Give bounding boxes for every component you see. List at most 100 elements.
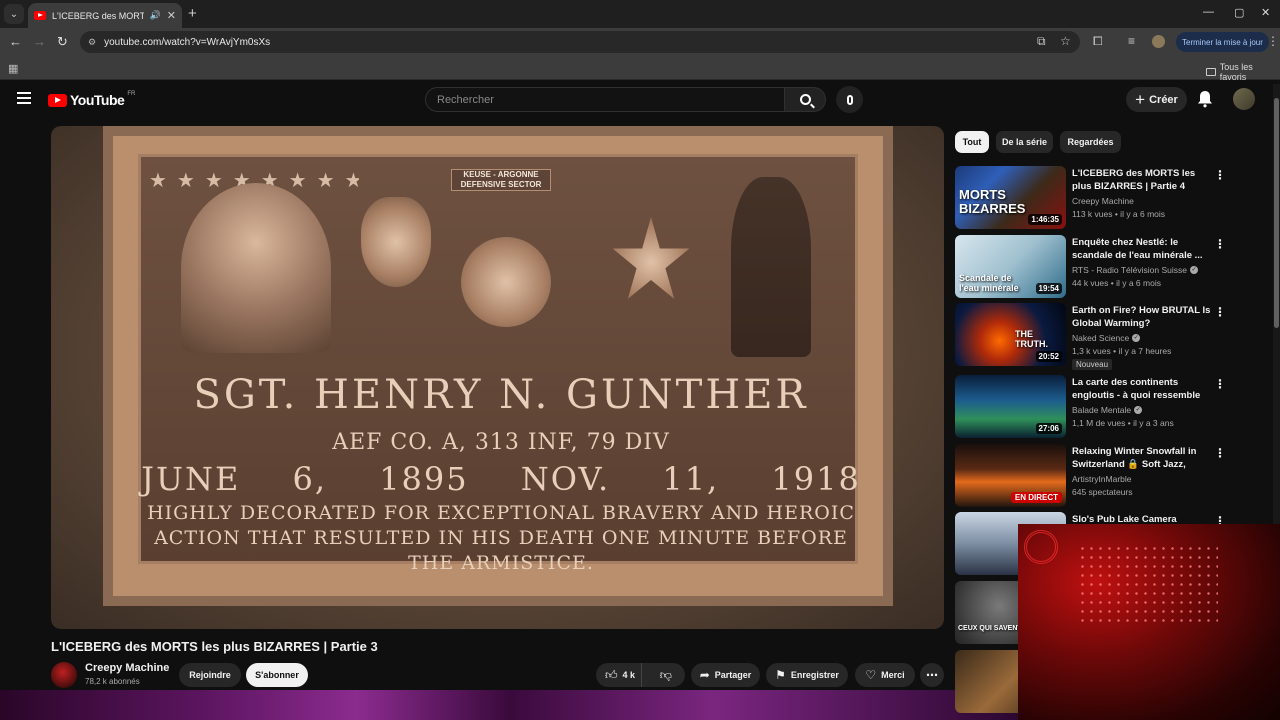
- tab-close-icon[interactable]: ✕: [167, 9, 176, 22]
- folder-icon: [1206, 68, 1216, 76]
- duration-badge: 19:54: [1035, 283, 1062, 294]
- minimize-button[interactable]: —: [1203, 6, 1214, 18]
- video-thumbnail[interactable]: EN DIRECT: [955, 444, 1066, 507]
- verified-check-icon: ✓: [1134, 406, 1143, 414]
- thanks-button[interactable]: ♡ Merci: [855, 663, 915, 687]
- create-button[interactable]: + Créer: [1126, 87, 1187, 112]
- browser-menu-icon[interactable]: ⋮: [1267, 34, 1279, 48]
- chip-watched[interactable]: Regardées: [1060, 131, 1121, 153]
- notifications-bell-icon[interactable]: [1197, 90, 1213, 108]
- channel-avatar[interactable]: [51, 662, 77, 688]
- plaque-line-2: ACTION THAT RESULTED IN HIS DEATH ONE MI…: [154, 527, 848, 549]
- speaker-icon[interactable]: 🔊: [150, 10, 161, 21]
- video-player[interactable]: ★★★★★★★★★★★★★★★★★★★★★★★★★★★★★★★★★★★★★★★★…: [51, 126, 944, 629]
- plaque-unit: AEF CO. A, 313 INF, 79 DIV: [332, 430, 670, 455]
- recommendation-title[interactable]: L'ICEBERG des MORTS les plus BIZARRES | …: [1072, 167, 1212, 193]
- bookmark-star-icon[interactable]: ☆: [1060, 34, 1071, 48]
- like-button[interactable]: 👍︎ 4 k: [596, 663, 642, 687]
- verified-check-icon: ✓: [1132, 334, 1141, 342]
- plaque-line-1: HIGHLY DECORATED FOR EXCEPTIONAL BRAVERY…: [147, 502, 855, 524]
- recommendation-title[interactable]: Relaxing Winter Snowfall in Switzerland …: [1072, 445, 1212, 471]
- forward-arrow-icon[interactable]: →: [33, 34, 46, 49]
- profile-avatar-icon[interactable]: [1152, 35, 1165, 48]
- youtube-wordmark: YouTube: [70, 92, 125, 108]
- join-button[interactable]: Rejoindre: [179, 663, 241, 687]
- new-tab-button[interactable]: +: [188, 5, 197, 22]
- item-menu-icon[interactable]: ⋮: [1214, 305, 1226, 319]
- page-scrollbar[interactable]: [1273, 84, 1280, 524]
- webcam-overlay: [1018, 524, 1280, 720]
- youtube-logo[interactable]: YouTube FR: [48, 91, 135, 108]
- back-arrow-icon[interactable]: ←: [9, 34, 22, 49]
- hamburger-menu-icon[interactable]: [17, 92, 31, 104]
- like-count: 4 k: [622, 670, 636, 680]
- subscribe-button[interactable]: S'abonner: [246, 663, 308, 687]
- save-button[interactable]: ⚑ Enregistrer: [766, 663, 848, 687]
- search-box: [425, 87, 785, 112]
- install-app-icon[interactable]: ⧉: [1037, 34, 1046, 49]
- item-menu-icon[interactable]: ⋮: [1214, 446, 1226, 460]
- medal-banner-text: KEUSE - ARGONNE DEFENSIVE SECTOR: [451, 169, 551, 191]
- channel-label: RTS - Radio Télévision Suisse: [1072, 265, 1187, 275]
- video-thumbnail[interactable]: THE TRUTH. 20:52: [955, 303, 1066, 366]
- youtube-favicon-icon: [34, 11, 46, 20]
- chip-all[interactable]: Tout: [955, 131, 989, 153]
- scrollbar-thumb[interactable]: [1274, 98, 1279, 328]
- recommendation-item[interactable]: Scandale de l'eau minérale 19:54 Enquête…: [955, 235, 1230, 299]
- recommendation-meta: 1,3 k vues • il y a 7 heures: [1072, 346, 1172, 356]
- tab-title: L'ICEBERG des MORTS les p: [52, 10, 144, 21]
- recommendation-meta: 113 k vues • il y a 6 mois: [1072, 209, 1166, 219]
- item-menu-icon[interactable]: ⋮: [1214, 168, 1226, 182]
- chip-series[interactable]: De la série: [996, 131, 1053, 153]
- recommendation-item[interactable]: EN DIRECT Relaxing Winter Snowfall in Sw…: [955, 444, 1230, 508]
- thumbs-down-icon: 👎︎: [659, 667, 672, 682]
- thumbnail-text: MORTS BIZARRES: [959, 187, 1026, 216]
- close-window-button[interactable]: ✕: [1261, 6, 1270, 19]
- recommendation-channel[interactable]: Naked Science ✓: [1072, 333, 1141, 343]
- round-medal: [461, 237, 551, 327]
- recommendation-item[interactable]: THE TRUTH. 20:52 Earth on Fire? How BRUT…: [955, 303, 1230, 370]
- item-menu-icon[interactable]: ⋮: [1214, 377, 1226, 391]
- video-frame-plaque: ★★★★★★★★★★★★★★★★★★★★★★★★★★★★★★★★★★★★★★★★…: [103, 126, 893, 606]
- search-button[interactable]: [784, 87, 826, 112]
- channel-name[interactable]: Creepy Machine: [85, 662, 169, 674]
- maximize-button[interactable]: ▢: [1234, 6, 1244, 19]
- extensions-icon[interactable]: ⧠: [1093, 34, 1103, 49]
- search-input[interactable]: [437, 93, 784, 106]
- recommendation-title[interactable]: Earth on Fire? How BRUTAL Is Global Warm…: [1072, 304, 1212, 330]
- site-info-icon[interactable]: ⚙: [88, 37, 96, 48]
- recommendation-title[interactable]: Enquête chez Nestlé: le scandale de l'ea…: [1072, 236, 1212, 262]
- recommendation-item[interactable]: MORTS BIZARRES 1:46:35 L'ICEBERG des MOR…: [955, 166, 1230, 230]
- reload-icon[interactable]: ↻: [57, 34, 68, 50]
- microphone-icon: [846, 94, 853, 105]
- duration-badge: 20:52: [1035, 351, 1062, 362]
- recommendation-channel[interactable]: ArtistryInMarble: [1072, 474, 1132, 484]
- recommendation-channel[interactable]: Creepy Machine: [1072, 196, 1134, 206]
- recommendation-title[interactable]: La carte des continents engloutis - à qu…: [1072, 376, 1212, 402]
- new-badge: Nouveau: [1072, 359, 1113, 370]
- silver-star-medal: [612, 217, 690, 299]
- recommendation-item[interactable]: 27:06 La carte des continents engloutis …: [955, 375, 1230, 439]
- duration-badge: 1:46:35: [1028, 214, 1062, 225]
- video-thumbnail[interactable]: MORTS BIZARRES 1:46:35: [955, 166, 1066, 229]
- apps-grid-icon[interactable]: ▦: [8, 62, 18, 75]
- voice-search-button[interactable]: [836, 86, 863, 113]
- address-bar[interactable]: ⚙ youtube.com/watch?v=WrAvjYm0sXs: [80, 31, 1080, 53]
- more-actions-button[interactable]: ⋯: [920, 663, 944, 687]
- recommendation-channel[interactable]: RTS - Radio Télévision Suisse ✓: [1072, 265, 1198, 275]
- video-thumbnail[interactable]: Scandale de l'eau minérale 19:54: [955, 235, 1066, 298]
- browser-tab[interactable]: L'ICEBERG des MORTS les p 🔊 ✕: [28, 3, 182, 28]
- video-thumbnail[interactable]: 27:06: [955, 375, 1066, 438]
- all-favorites-folder[interactable]: Tous les favoris: [1206, 62, 1280, 82]
- tab-search-button[interactable]: ⌄: [4, 4, 24, 24]
- share-button[interactable]: ➦ Partager: [691, 663, 760, 687]
- recommendation-channel[interactable]: Balade Mentale ✓: [1072, 405, 1143, 415]
- recommendation-meta: 645 spectateurs: [1072, 487, 1133, 497]
- reading-list-icon[interactable]: ≡: [1128, 34, 1135, 48]
- update-button[interactable]: Terminer la mise à jour: [1176, 32, 1269, 52]
- channel-label: Naked Science: [1072, 333, 1130, 343]
- dislike-button[interactable]: 👎︎: [647, 663, 685, 687]
- item-menu-icon[interactable]: ⋮: [1214, 237, 1226, 251]
- plus-icon: +: [1135, 90, 1146, 109]
- account-avatar[interactable]: [1233, 88, 1255, 110]
